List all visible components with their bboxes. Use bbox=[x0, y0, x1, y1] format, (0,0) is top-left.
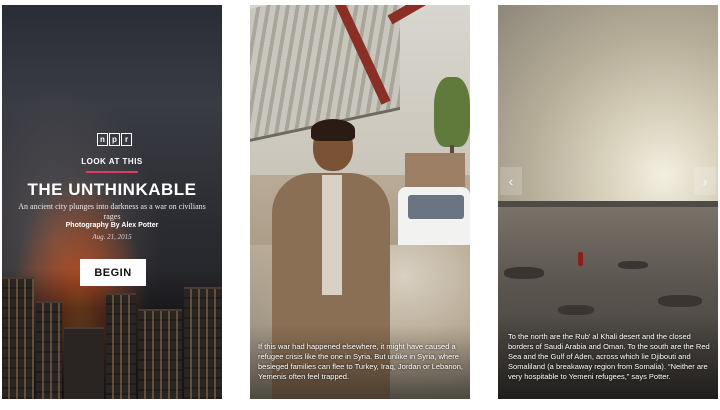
building bbox=[138, 309, 182, 399]
npr-logo: n p r bbox=[97, 133, 132, 146]
rock bbox=[618, 261, 648, 269]
chevron-right-icon: › bbox=[702, 173, 708, 189]
publish-date: Aug. 21, 2015 bbox=[92, 233, 132, 241]
boy-shirt bbox=[322, 175, 342, 295]
hazy-sky bbox=[498, 5, 718, 205]
story-slide-desert: ‹ › To the north are the Rub' al Khali d… bbox=[498, 5, 718, 399]
city-skyline bbox=[2, 269, 222, 399]
building bbox=[106, 293, 136, 399]
van-window bbox=[408, 195, 464, 219]
building bbox=[2, 277, 34, 399]
building bbox=[184, 287, 222, 399]
tree bbox=[434, 77, 470, 147]
rock bbox=[558, 305, 594, 315]
next-slide-button[interactable]: › bbox=[694, 167, 716, 195]
npr-logo-letter: r bbox=[121, 133, 132, 146]
story-subhead: An ancient city plunges into darkness as… bbox=[18, 202, 206, 221]
rock bbox=[658, 295, 702, 307]
building bbox=[36, 301, 62, 399]
story-slide-boy: If this war had happened elsewhere, it m… bbox=[250, 5, 470, 399]
kicker-divider bbox=[86, 171, 138, 173]
chevron-left-icon: ‹ bbox=[508, 173, 514, 189]
horizon bbox=[498, 201, 718, 207]
npr-logo-letter: n bbox=[97, 133, 108, 146]
building bbox=[64, 327, 104, 399]
title-panel: n p r LOOK AT THIS THE UNTHINKABLE An an… bbox=[2, 5, 222, 399]
npr-logo-letter: p bbox=[109, 133, 120, 146]
slide-caption: To the north are the Rub' al Khali deser… bbox=[508, 332, 710, 381]
distant-figure bbox=[578, 252, 583, 266]
boy-hair bbox=[311, 119, 355, 141]
rock bbox=[504, 267, 544, 279]
previous-slide-button[interactable]: ‹ bbox=[500, 167, 522, 195]
kicker-label: LOOK AT THIS bbox=[81, 157, 143, 166]
story-headline: THE UNTHINKABLE bbox=[27, 180, 197, 199]
begin-button[interactable]: BEGIN bbox=[80, 259, 146, 286]
photo-byline: Photography By Alex Potter bbox=[65, 222, 159, 229]
slide-caption: If this war had happened elsewhere, it m… bbox=[258, 342, 463, 381]
